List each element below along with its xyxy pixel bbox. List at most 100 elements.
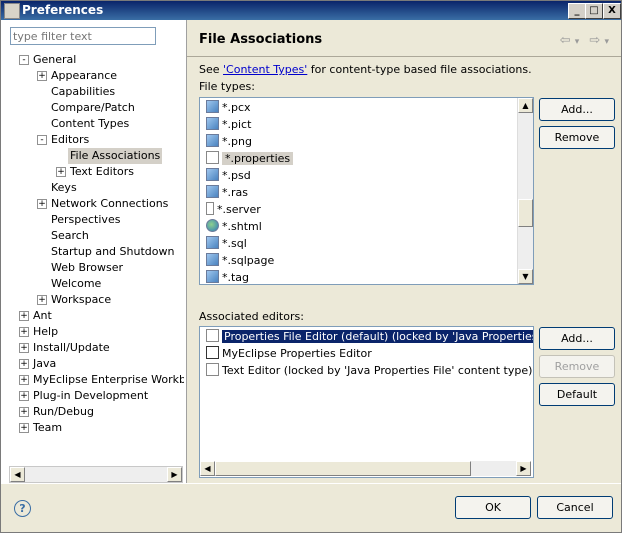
file-type-item[interactable]: *.properties [206,151,294,167]
file-type-label: *.pict [222,118,252,131]
expand-icon[interactable]: + [37,295,47,305]
tree-item-label: Welcome [51,277,102,290]
add-editor-button[interactable]: Add... [539,327,615,350]
help-icon[interactable]: ? [14,500,31,517]
tree-item[interactable]: + Java [1,356,184,372]
title-bar[interactable]: Preferences _ □ X [1,1,621,20]
file-types-list[interactable]: ▲ ▼ *.pcx *.pict *.png *.properties *.psd *.r… [199,97,534,285]
tree-item[interactable]: Capabilities [1,84,184,100]
file-type-item[interactable]: *.psd [206,168,251,184]
tree-item-label: Run/Debug [33,405,94,418]
tree-item[interactable]: + Install/Update [1,340,184,356]
expand-icon[interactable]: + [19,423,29,433]
tree-item[interactable]: Web Browser [1,260,184,276]
remove-editor-button[interactable]: Remove [539,355,615,378]
content-types-link[interactable]: 'Content Types' [223,63,307,76]
file-type-item[interactable]: *.shtml [206,219,262,235]
tree-item[interactable]: Content Types [1,116,184,132]
tree-item[interactable]: + Ant [1,308,184,324]
image-icon [206,185,219,198]
tree-item[interactable]: - General [1,52,184,68]
editor-item[interactable]: MyEclipse Properties Editor [206,346,372,362]
scroll-thumb[interactable] [518,199,533,227]
tree-item[interactable]: Keys [1,180,184,196]
editors-horizontal-scrollbar[interactable]: ◀ ▶ [200,461,531,476]
remove-file-type-button[interactable]: Remove [539,126,615,149]
tree-item-label: Ant [33,309,52,322]
expand-icon[interactable]: + [37,199,47,209]
file-type-item[interactable]: *.server [206,202,261,218]
associated-editors-list[interactable]: ◀ ▶ Properties File Editor (default) (lo… [199,326,534,478]
expand-icon[interactable]: + [19,375,29,385]
editor-item[interactable]: Text Editor (locked by 'Java Properties … [206,363,532,379]
file-type-label: *.ras [222,186,248,199]
image-icon [206,168,219,181]
tree-item-label: Install/Update [33,341,110,354]
tree-item[interactable]: + Network Connections [1,196,184,212]
tree-item[interactable]: + Text Editors [1,164,184,180]
collapse-icon[interactable]: - [37,135,47,145]
file-associations-page: File Associations ⇦ ▾ ⇨ ▾ See 'Content T… [187,20,621,483]
file-type-item[interactable]: *.sqlpage [206,253,274,269]
add-file-type-button[interactable]: Add... [539,98,615,121]
scroll-thumb[interactable] [215,461,471,476]
maximize-button[interactable]: □ [585,3,603,19]
expand-icon[interactable]: + [19,327,29,337]
tree-item-label: Help [33,325,59,338]
editor-item[interactable]: Properties File Editor (default) (locked… [206,329,533,345]
tree-item-label: Perspectives [51,213,121,226]
file-type-label: *.properties [222,152,294,165]
tree-item[interactable]: Compare/Patch [1,100,184,116]
tree-item[interactable]: Perspectives [1,212,184,228]
tree-item[interactable]: + Plug-in Development [1,388,184,404]
scroll-right-icon[interactable]: ▶ [516,461,531,476]
file-type-item[interactable]: *.pict [206,117,251,133]
expand-icon[interactable]: + [56,167,66,177]
tree-item[interactable]: + Run/Debug [1,404,184,420]
file-type-item[interactable]: *.sql [206,236,247,252]
scroll-up-icon[interactable]: ▲ [518,98,533,113]
tree-item[interactable]: File Associations [1,148,184,164]
tree-item[interactable]: + Appearance [1,68,184,84]
file-type-item[interactable]: *.pcx [206,100,251,116]
expand-icon[interactable]: + [19,343,29,353]
ok-button[interactable]: OK [455,496,531,519]
scroll-down-icon[interactable]: ▼ [518,269,533,284]
tree-item[interactable]: + MyEclipse Enterprise Workbenc [1,372,184,388]
expand-icon[interactable]: + [19,391,29,401]
tree-item[interactable]: Search [1,228,184,244]
scroll-left-icon[interactable]: ◀ [200,461,215,476]
tree-horizontal-scrollbar[interactable]: ◀ ▶ [9,466,183,483]
scroll-right-icon[interactable]: ▶ [167,467,182,482]
cancel-button[interactable]: Cancel [537,496,613,519]
back-icon[interactable]: ⇦ [560,33,571,48]
dialog-footer: ? OK Cancel [1,483,621,532]
file-type-item[interactable]: *.tag [206,270,249,284]
forward-menu-icon[interactable]: ▾ [604,37,609,47]
preferences-navigation: -General+AppearanceCapabilitiesCompare/P… [1,20,187,483]
minimize-button[interactable]: _ [568,3,586,19]
back-menu-icon[interactable]: ▾ [575,37,580,47]
tree-item[interactable]: + Help [1,324,184,340]
filter-input[interactable] [10,27,156,45]
sql-icon [206,253,219,266]
file-type-item[interactable]: *.ras [206,185,248,201]
forward-icon[interactable]: ⇨ [589,33,600,48]
window-icon [4,3,20,19]
expand-icon[interactable]: + [19,311,29,321]
close-button[interactable]: X [603,3,621,19]
expand-icon[interactable]: + [19,359,29,369]
file-type-item[interactable]: *.png [206,134,252,150]
default-editor-button[interactable]: Default [539,383,615,406]
file-types-scrollbar[interactable]: ▲ ▼ [517,98,533,284]
tree-item[interactable]: - Editors [1,132,184,148]
file-type-label: *.sql [222,237,247,250]
tree-item[interactable]: Startup and Shutdown [1,244,184,260]
scroll-left-icon[interactable]: ◀ [10,467,25,482]
tree-item[interactable]: Welcome [1,276,184,292]
expand-icon[interactable]: + [19,407,29,417]
collapse-icon[interactable]: - [19,55,29,65]
tree-item[interactable]: + Workspace [1,292,184,308]
expand-icon[interactable]: + [37,71,47,81]
tree-item[interactable]: + Team [1,420,184,436]
